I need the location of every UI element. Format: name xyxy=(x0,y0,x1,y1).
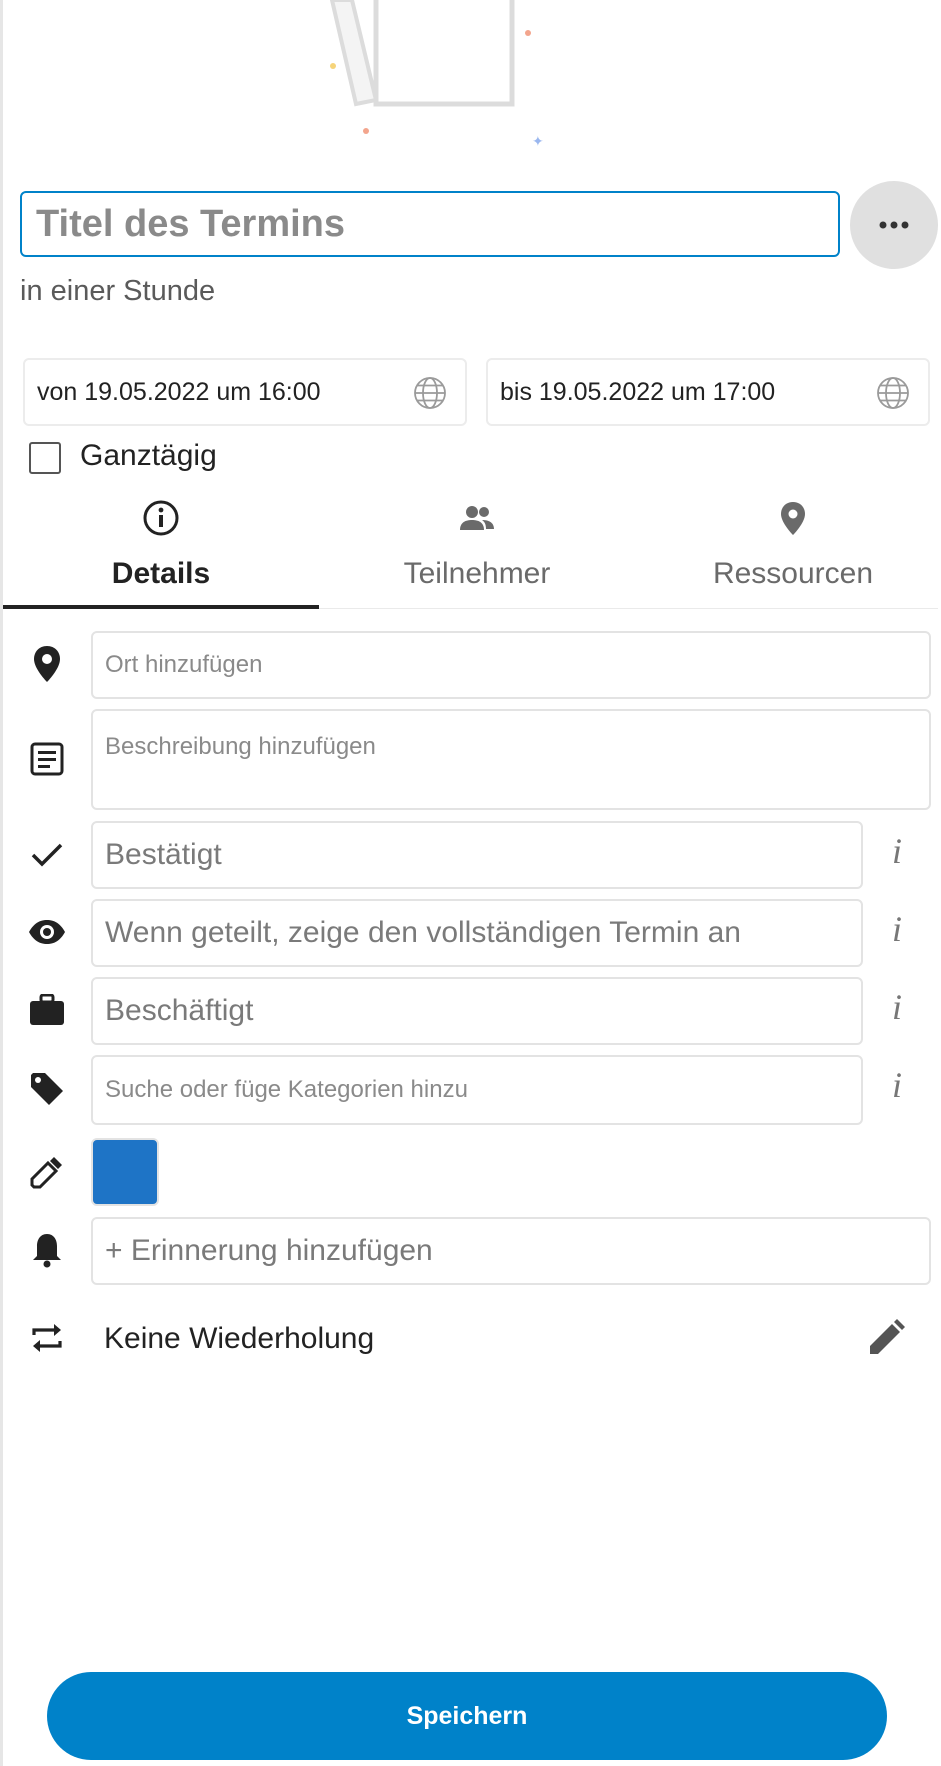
all-day-label[interactable]: Ganztägig xyxy=(80,439,217,473)
save-button[interactable]: Speichern xyxy=(47,1672,887,1760)
bell-icon xyxy=(26,1229,68,1271)
edit-repeat-button[interactable] xyxy=(866,1318,906,1363)
all-day-checkbox[interactable] xyxy=(29,442,61,474)
pencil-icon xyxy=(870,1319,905,1354)
tab-participants-label: Teilnehmer xyxy=(403,557,551,590)
start-date-field[interactable]: von 19.05.2022 um 16:00 xyxy=(23,358,467,426)
location-pin-icon xyxy=(781,502,805,535)
eye-icon xyxy=(26,911,68,953)
people-icon xyxy=(460,506,494,530)
eyedropper-icon xyxy=(26,1151,68,1193)
start-date-text: von 19.05.2022 um 16:00 xyxy=(37,377,321,406)
end-date-text: bis 19.05.2022 um 17:00 xyxy=(500,377,776,406)
color-swatch[interactable] xyxy=(91,1138,159,1206)
tab-participants[interactable]: Teilnehmer xyxy=(319,495,635,607)
timezone-globe-icon[interactable] xyxy=(413,376,447,410)
event-title-input[interactable] xyxy=(20,191,840,257)
end-date-field[interactable]: bis 19.05.2022 um 17:00 xyxy=(486,358,930,426)
tab-details[interactable]: Details xyxy=(3,495,319,607)
tab-details-label: Details xyxy=(111,557,211,590)
calendar-illustration: + ✦ xyxy=(300,0,544,149)
status-info-icon[interactable]: i xyxy=(880,830,914,880)
more-actions-button[interactable] xyxy=(850,181,938,269)
left-border xyxy=(0,0,3,1766)
availability-info-icon[interactable]: i xyxy=(880,986,914,1036)
checkmark-icon xyxy=(26,834,68,876)
description-icon xyxy=(26,738,68,780)
svg-text:✦: ✦ xyxy=(532,133,544,149)
repeat-icon xyxy=(26,1317,68,1359)
repeat-label: Keine Wiederholung xyxy=(104,1322,375,1355)
timezone-globe-icon[interactable] xyxy=(876,376,910,410)
location-icon xyxy=(26,643,68,685)
tag-icon xyxy=(26,1068,68,1110)
visibility-info-icon[interactable]: i xyxy=(880,908,914,958)
availability-select[interactable]: Beschäftigt xyxy=(91,977,863,1045)
location-field[interactable]: Ort hinzufügen xyxy=(91,631,931,699)
info-icon xyxy=(143,500,179,536)
briefcase-icon xyxy=(26,989,68,1031)
categories-input[interactable]: Suche oder füge Kategorien hinzu xyxy=(91,1055,863,1125)
relative-time-label: in einer Stunde xyxy=(20,275,216,307)
status-select[interactable]: Bestätigt xyxy=(91,821,863,889)
active-tab-indicator xyxy=(3,605,319,609)
categories-info-icon[interactable]: i xyxy=(880,1064,914,1114)
tab-resources-label: Ressourcen xyxy=(712,557,874,590)
more-horizontal-icon xyxy=(879,221,909,229)
visibility-select[interactable]: Wenn geteilt, zeige den vollständigen Te… xyxy=(91,899,863,967)
tab-resources[interactable]: Ressourcen xyxy=(635,495,941,607)
add-reminder-field[interactable]: + Erinnerung hinzufügen xyxy=(91,1217,931,1285)
description-field[interactable]: Beschreibung hinzufügen xyxy=(91,709,931,810)
